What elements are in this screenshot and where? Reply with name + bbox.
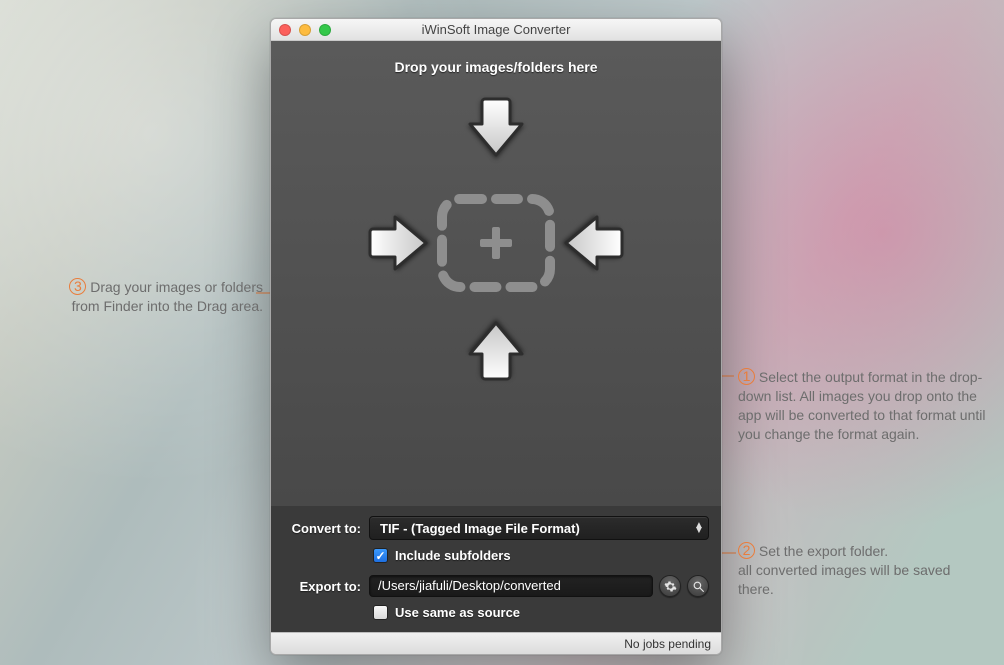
plus-icon [476,223,516,263]
select-stepper-icon: ▲▼ [694,523,702,533]
callout-3-text: Drag your images or folders from Finder … [72,279,263,314]
callout-2-text: Set the export folder. all converted ima… [738,543,950,597]
export-to-label: Export to: [283,579,369,594]
reveal-button[interactable] [687,575,709,597]
use-same-as-source-label: Use same as source [395,605,520,620]
drop-hint-text: Drop your images/folders here [394,59,597,75]
window-title: iWinSoft Image Converter [271,22,721,37]
callout-1: 1 Select the output format in the drop-d… [738,368,988,444]
magnifier-icon [692,580,705,593]
include-subfolders-label: Include subfolders [395,548,511,563]
window-close-button[interactable] [279,24,291,36]
callout-1-text: Select the output format in the drop-dow… [738,369,985,442]
callout-2: 2 Set the export folder. all converted i… [738,542,968,599]
convert-to-label: Convert to: [283,521,369,536]
export-path-field[interactable]: /Users/jiafuli/Desktop/converted [369,575,653,597]
convert-to-select[interactable]: TIF - (Tagged Image File Format) ▲▼ [369,516,709,540]
window-zoom-button[interactable] [319,24,331,36]
drop-graphic [346,93,646,393]
arrow-up-icon [461,315,531,385]
arrow-down-icon [461,93,531,163]
include-subfolders-checkbox[interactable]: ✓ [373,548,388,563]
drop-zone[interactable]: Drop your images/folders here [271,41,721,506]
use-same-as-source-checkbox[interactable] [373,605,388,620]
status-text: No jobs pending [624,637,711,651]
convert-to-value: TIF - (Tagged Image File Format) [380,521,580,536]
gear-icon [664,580,677,593]
arrow-left-icon [558,208,628,278]
app-window: iWinSoft Image Converter Drop your image… [270,18,722,655]
status-bar: No jobs pending [271,632,721,654]
content-area: Drop your images/folders here Convert to… [271,41,721,632]
arrow-right-icon [364,208,434,278]
titlebar[interactable]: iWinSoft Image Converter [271,19,721,41]
callout-3: 3 Drag your images or folders from Finde… [38,278,263,316]
window-minimize-button[interactable] [299,24,311,36]
settings-button[interactable] [659,575,681,597]
controls-panel: Convert to: TIF - (Tagged Image File For… [271,506,721,632]
